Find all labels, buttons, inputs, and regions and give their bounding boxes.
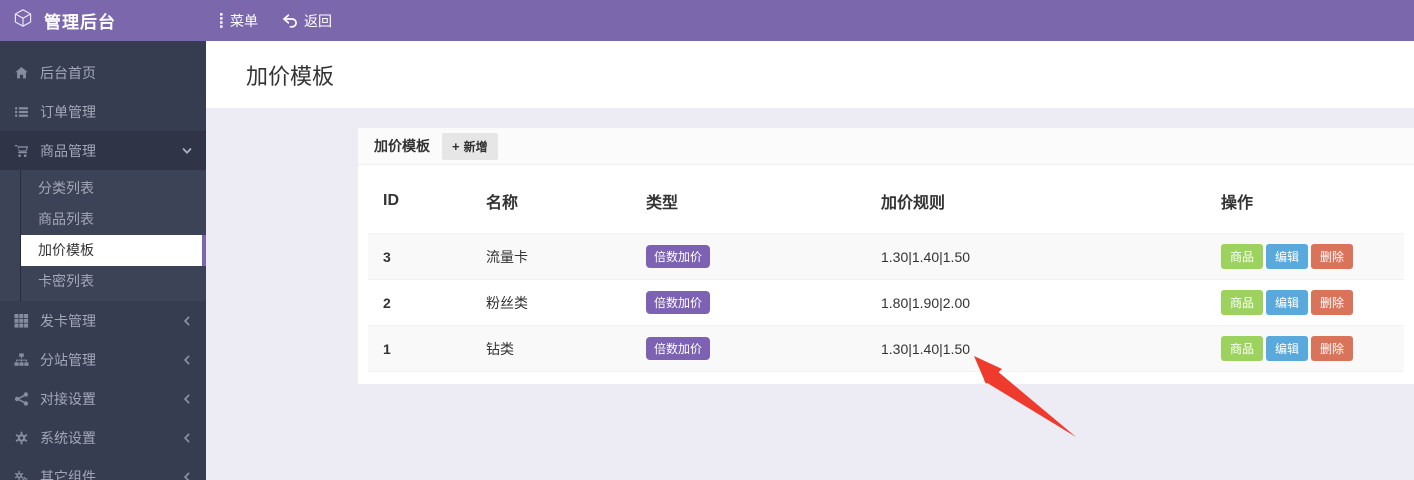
add-button[interactable]: + 新增: [442, 132, 498, 160]
table-header-row: ID 名称 类型 加价规则 操作: [368, 165, 1404, 234]
sidebar-item-label: 系统设置: [40, 429, 96, 446]
chevron-down-icon: [182, 146, 192, 156]
cell-actions: 商品 编辑 删除: [1206, 325, 1404, 372]
grid-icon: [14, 313, 29, 328]
sidebar-item-orders[interactable]: 订单管理: [0, 92, 206, 131]
back-label: 返回: [304, 12, 332, 29]
top-nav: 菜单 返回: [220, 11, 332, 31]
table-wrap: ID 名称 类型 加价规则 操作 3 流量卡 倍数加价 1.30|1.40|1.50 商品 编辑删…: [358, 165, 1414, 372]
brand: 管理后台: [0, 8, 206, 33]
sidebar-subitem-product-list[interactable]: 商品列表: [0, 204, 206, 235]
menu-toggle[interactable]: 菜单: [220, 11, 258, 31]
column-header: 类型: [646, 195, 679, 212]
sidebar-item-label: 商品管理: [40, 142, 96, 159]
table-row: 1 钻类 倍数加价 1.30|1.40|1.50 商品 编辑 删除: [368, 325, 1404, 372]
sidebar-item-label: 后台首页: [40, 64, 96, 81]
type-badge: 倍数加价: [646, 291, 711, 314]
cell-actions: 商品 编辑 删除: [1206, 233, 1404, 280]
sidebar-subitem-category-list[interactable]: 分类列表: [0, 173, 206, 204]
sidebar-item-label: 其它组件: [40, 468, 96, 480]
sidebar-item-substation[interactable]: 分站管理: [0, 340, 206, 379]
back-link[interactable]: 返回: [282, 11, 332, 31]
delete-button[interactable]: 删除: [1311, 336, 1354, 361]
cell-type: 倍数加价: [631, 325, 866, 372]
chevron-left-icon: [182, 394, 192, 404]
submenu-products: 分类列表 商品列表 加价模板 卡密列表: [0, 170, 206, 301]
table-body: 3 流量卡 倍数加价 1.30|1.40|1.50 商品 编辑 删除 2 粉丝类 倍数加价 1.80…: [368, 233, 1404, 372]
menu-label: 菜单: [230, 12, 258, 29]
sidebar-item-label: 订单管理: [40, 103, 96, 120]
sidebar-item-label: 发卡管理: [40, 312, 96, 329]
table-row: 3 流量卡 倍数加价 1.30|1.40|1.50 商品 编辑 删除: [368, 233, 1404, 280]
chevron-left-icon: [182, 472, 192, 480]
return-arrow-icon: [282, 13, 298, 28]
top-header: 管理后台 菜单 返回: [0, 0, 1414, 41]
column-header: 操作: [1221, 195, 1254, 212]
brand-title: 管理后台: [44, 13, 116, 32]
cell-id: 2: [368, 279, 471, 326]
cell-actions: 商品 编辑 删除: [1206, 279, 1404, 326]
cell-name: 粉丝类: [471, 279, 631, 326]
product-button[interactable]: 商品: [1221, 336, 1264, 361]
sitemap-icon: [14, 352, 29, 367]
cell-id: 3: [368, 233, 471, 280]
cell-type: 倍数加价: [631, 233, 866, 280]
cart-icon: [14, 144, 29, 158]
edit-button[interactable]: 编辑: [1266, 244, 1309, 269]
main-area: 加价模板 加价模板 + 新增 ID 名称 类型 加价规则 操作 3 流量卡 倍数加价 1.30…: [206, 41, 1414, 480]
sidebar-item-components[interactable]: 其它组件: [0, 457, 206, 480]
sidebar-item-home[interactable]: 后台首页: [0, 53, 206, 92]
share-icon: [14, 391, 29, 406]
sidebar-item-integration[interactable]: 对接设置: [0, 379, 206, 418]
add-button-label: 新增: [463, 139, 488, 154]
sidebar-subitem-markup-template[interactable]: 加价模板: [20, 235, 206, 266]
sidebar-subitem-card-code-list[interactable]: 卡密列表: [0, 266, 206, 297]
sidebar-item-card-issue[interactable]: 发卡管理: [0, 301, 206, 340]
sidebar: 后台首页订单管理商品管理分类列表 商品列表 加价模板 卡密列表发卡管理分站管理对接设置…: [0, 41, 206, 480]
cell-type: 倍数加价: [631, 279, 866, 326]
sidebar-item-products[interactable]: 商品管理: [0, 131, 206, 170]
card-title: 加价模板: [374, 138, 430, 154]
markup-template-card: 加价模板 + 新增 ID 名称 类型 加价规则 操作 3 流量卡 倍数加价 1.30|1.40…: [358, 128, 1414, 384]
cell-rule: 1.80|1.90|2.00: [866, 279, 1206, 326]
markup-template-table: ID 名称 类型 加价规则 操作 3 流量卡 倍数加价 1.30|1.40|1.50 商品 编辑删…: [368, 165, 1404, 372]
type-badge: 倍数加价: [646, 245, 711, 268]
delete-button[interactable]: 删除: [1311, 244, 1354, 269]
column-header: 名称: [486, 195, 519, 212]
product-button[interactable]: 商品: [1221, 290, 1264, 315]
list-icon: [14, 105, 29, 119]
cell-rule: 1.30|1.40|1.50: [866, 233, 1206, 280]
column-header: 加价规则: [881, 195, 946, 212]
edit-button[interactable]: 编辑: [1266, 290, 1309, 315]
content-area: 加价模板 + 新增 ID 名称 类型 加价规则 操作 3 流量卡 倍数加价 1.30|1.40…: [206, 108, 1414, 480]
page-title-bar: 加价模板: [206, 41, 1414, 108]
cell-rule: 1.30|1.40|1.50: [866, 325, 1206, 372]
page-title: 加价模板: [246, 63, 335, 89]
gear-icon: [14, 431, 29, 445]
table-row: 2 粉丝类 倍数加价 1.80|1.90|2.00 商品 编辑 删除: [368, 279, 1404, 326]
delete-button[interactable]: 删除: [1311, 290, 1354, 315]
sidebar-item-label: 对接设置: [40, 390, 96, 407]
edit-button[interactable]: 编辑: [1266, 336, 1309, 361]
plus-icon: +: [452, 138, 460, 154]
chevron-left-icon: [182, 433, 192, 443]
cell-name: 流量卡: [471, 233, 631, 280]
type-badge: 倍数加价: [646, 337, 711, 360]
card-header: 加价模板 + 新增: [358, 128, 1414, 165]
sidebar-item-label: 分站管理: [40, 351, 96, 368]
chevron-left-icon: [182, 316, 192, 326]
product-button[interactable]: 商品: [1221, 244, 1264, 269]
cell-id: 1: [368, 325, 471, 372]
sidebar-item-system[interactable]: 系统设置: [0, 418, 206, 457]
column-header: ID: [383, 192, 399, 209]
menu-dots-icon: [220, 13, 224, 28]
home-icon: [14, 66, 29, 80]
chevron-left-icon: [182, 355, 192, 365]
cell-name: 钻类: [471, 325, 631, 372]
cube-icon: [13, 8, 33, 33]
cogs-icon: [14, 470, 29, 480]
